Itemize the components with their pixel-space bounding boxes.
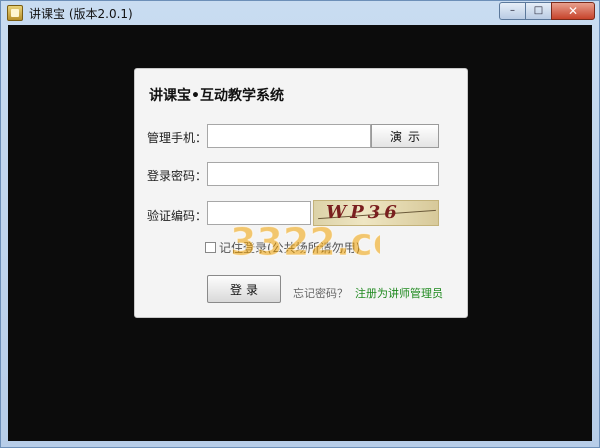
dialog-title: 讲课宝•互动教学系统 bbox=[149, 88, 284, 104]
password-label: 登录密码： bbox=[147, 169, 208, 183]
login-button[interactable]: 登录 bbox=[207, 275, 281, 303]
password-input[interactable] bbox=[207, 162, 439, 186]
minimize-button[interactable]: – bbox=[499, 2, 525, 20]
phone-input[interactable] bbox=[207, 124, 371, 148]
captcha-input[interactable] bbox=[207, 201, 311, 225]
app-icon bbox=[7, 5, 23, 21]
login-dialog: 讲课宝•互动教学系统 管理手机： 演示 登录密码： 验证编码： WP36 记住登… bbox=[134, 68, 468, 318]
captcha-code: WP36 bbox=[326, 202, 401, 223]
main-area: 讲课宝•互动教学系统 管理手机： 演示 登录密码： 验证编码： WP36 记住登… bbox=[8, 25, 592, 441]
window-title: 讲课宝 (版本2.0.1) bbox=[29, 7, 133, 21]
remember-option[interactable]: 记住登录(公共场所请勿用) bbox=[205, 239, 360, 256]
remember-checkbox[interactable] bbox=[205, 242, 216, 253]
demo-button[interactable]: 演示 bbox=[371, 124, 439, 148]
app-window: 讲课宝 (版本2.0.1) – □ ✕ 讲课宝•互动教学系统 管理手机： 演示 … bbox=[0, 0, 600, 448]
close-button[interactable]: ✕ bbox=[551, 2, 595, 20]
forgot-password-link[interactable]: 忘记密码？ bbox=[293, 285, 348, 301]
remember-label: 记住登录(公共场所请勿用) bbox=[219, 241, 361, 255]
maximize-button[interactable]: □ bbox=[525, 2, 551, 20]
register-link[interactable]: 注册为讲师管理员 bbox=[355, 285, 443, 301]
phone-label: 管理手机： bbox=[147, 131, 208, 145]
captcha-label: 验证编码： bbox=[147, 209, 208, 223]
title-bar[interactable]: 讲课宝 (版本2.0.1) – □ ✕ bbox=[1, 1, 599, 25]
captcha-image[interactable]: WP36 bbox=[313, 200, 439, 226]
window-controls: – □ ✕ bbox=[499, 2, 595, 20]
